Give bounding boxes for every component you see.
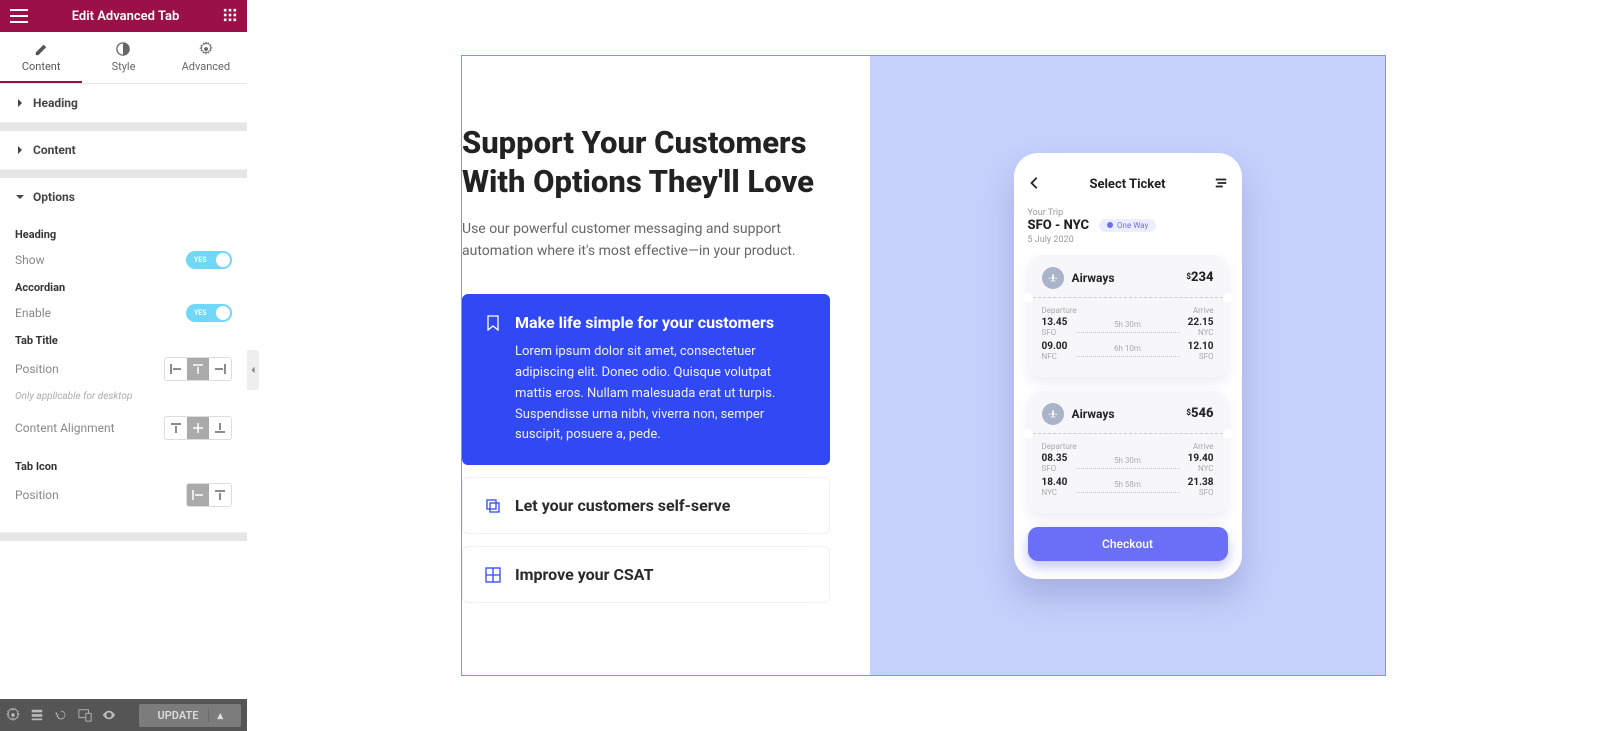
tab-advanced[interactable]: Advanced: [165, 32, 247, 83]
pos-right[interactable]: [209, 358, 231, 380]
trip-info: Your Trip SFO - NYC One Way 5 July 2020: [1028, 208, 1228, 245]
align-middle[interactable]: [187, 417, 209, 439]
history-icon[interactable]: [54, 708, 68, 722]
tab-content[interactable]: Content: [0, 32, 82, 83]
widget-heading: Support Your Customers With Options They…: [462, 124, 830, 202]
section-content[interactable]: Content: [0, 131, 247, 170]
opt-subhead-accordion: Accordian: [15, 281, 232, 294]
widget-right-column: Select Ticket Your Trip SFO - NYC One Wa…: [870, 56, 1385, 675]
settings-icon[interactable]: [6, 708, 20, 722]
opt-enable-label: Enable: [15, 306, 51, 320]
back-icon: [1028, 175, 1042, 194]
tab-style[interactable]: Style: [82, 32, 164, 83]
grid-icon: [485, 567, 501, 583]
update-button[interactable]: UPDATE ▴: [139, 704, 241, 727]
sidebar-footer: UPDATE ▴: [0, 699, 247, 731]
opt-note: Only applicable for desktop: [15, 391, 232, 402]
align-bottom[interactable]: [209, 417, 231, 439]
pos-left[interactable]: [165, 358, 187, 380]
opt-content-align-label: Content Alignment: [15, 421, 115, 435]
ticket-card-1: Airways $234 DepartureArrive 13.45SFO 5h…: [1028, 255, 1228, 377]
section-heading[interactable]: Heading: [0, 84, 247, 123]
content-align-group: [164, 416, 232, 440]
bookmark-icon: [485, 315, 501, 331]
checkout-button: Checkout: [1028, 527, 1228, 561]
iconpos-top[interactable]: [209, 484, 231, 506]
accordion-item-1[interactable]: Make life simple for your customers Lore…: [462, 294, 830, 465]
accordion-item-2[interactable]: Let your customers self-serve: [462, 477, 830, 534]
accordion-title: Let your customers self-serve: [515, 496, 730, 515]
accordion-item-3[interactable]: Improve your CSAT: [462, 546, 830, 603]
update-caret-icon[interactable]: ▴: [208, 709, 223, 722]
filter-icon: [1214, 175, 1228, 194]
toggle-enable[interactable]: YES: [186, 304, 232, 322]
hamburger-icon[interactable]: [10, 9, 28, 23]
align-top[interactable]: [165, 417, 187, 439]
phone-title: Select Ticket: [1089, 177, 1165, 192]
collapse-sidebar[interactable]: [247, 350, 259, 390]
responsive-icon[interactable]: [78, 708, 92, 722]
airplane-icon: [1042, 267, 1064, 289]
editor-tabs: Content Style Advanced: [0, 32, 247, 84]
sidebar-title: Edit Advanced Tab: [28, 9, 223, 24]
accordion-body: Lorem ipsum dolor sit amet, consectetuer…: [515, 342, 807, 446]
position-group: [164, 357, 232, 381]
editor-sidebar: Edit Advanced Tab Content Style Advanced…: [0, 0, 247, 731]
accordion-title: Improve your CSAT: [515, 565, 653, 584]
opt-position-label: Position: [15, 362, 59, 376]
toggle-show[interactable]: YES: [186, 251, 232, 269]
ticket-card-2: Airways $546 DepartureArrive 08.35SFO 5h…: [1028, 391, 1228, 513]
widget-subtext: Use our powerful customer messaging and …: [462, 218, 830, 263]
sidebar-header: Edit Advanced Tab: [0, 0, 247, 32]
accordion-title: Make life simple for your customers: [515, 313, 807, 332]
navigator-icon[interactable]: [30, 708, 44, 722]
iconpos-left[interactable]: [187, 484, 209, 506]
opt-subhead-tab-title: Tab Title: [15, 334, 232, 347]
section-options[interactable]: Options Heading Show YES Accordian Enabl…: [0, 178, 247, 533]
apps-icon[interactable]: [223, 7, 237, 26]
icon-position-group: [186, 483, 232, 507]
widget-left-column: Support Your Customers With Options They…: [462, 56, 870, 675]
opt-icon-position-label: Position: [15, 488, 59, 502]
opt-subhead-heading: Heading: [15, 228, 232, 241]
airplane-icon: [1042, 403, 1064, 425]
copy-icon: [485, 498, 501, 514]
editor-canvas: Support Your Customers With Options They…: [247, 0, 1600, 731]
opt-show-label: Show: [15, 253, 45, 267]
phone-mockup: Select Ticket Your Trip SFO - NYC One Wa…: [1014, 153, 1242, 579]
opt-subhead-tab-icon: Tab Icon: [15, 460, 232, 473]
preview-icon[interactable]: [102, 708, 116, 722]
selected-widget[interactable]: Support Your Customers With Options They…: [461, 55, 1386, 676]
pos-top[interactable]: [187, 358, 209, 380]
